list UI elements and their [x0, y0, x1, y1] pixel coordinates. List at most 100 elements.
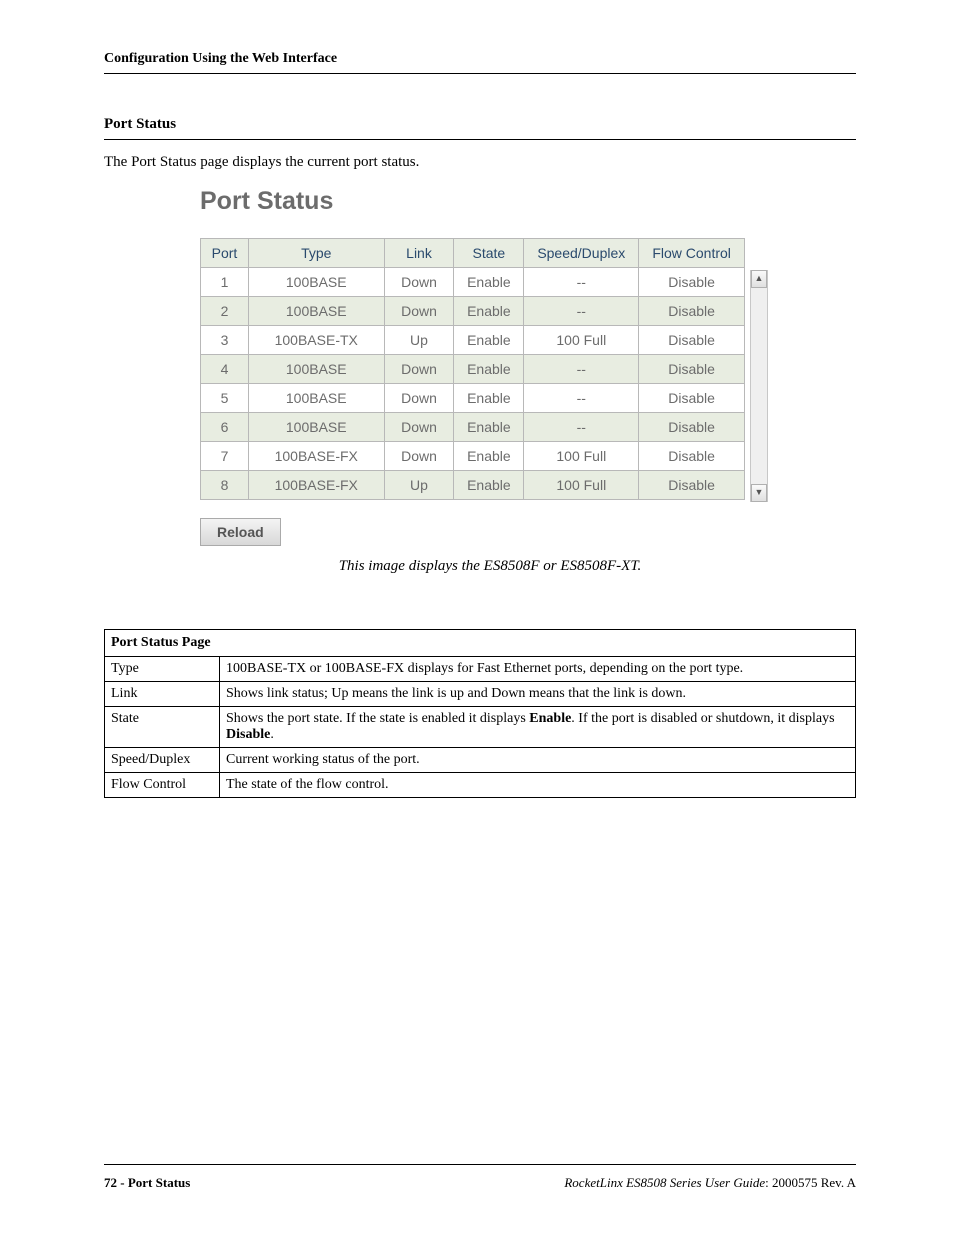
screenshot: Port Status Port Type Link State Speed/D…: [200, 187, 780, 575]
cell-port: 8: [201, 471, 249, 500]
desc-text: Shows link status; Up means the link is …: [220, 682, 856, 707]
desc-row: LinkShows link status; Up means the link…: [105, 682, 856, 707]
cell-link: Down: [384, 442, 454, 471]
cell-type: 100BASE: [248, 268, 384, 297]
cell-link: Up: [384, 326, 454, 355]
desc-label: Speed/Duplex: [105, 748, 220, 773]
cell-type: 100BASE: [248, 413, 384, 442]
table-row: 1100BASEDownEnable--Disable: [201, 268, 745, 297]
col-speed: Speed/Duplex: [524, 239, 639, 268]
desc-text: 100BASE-TX or 100BASE-FX displays for Fa…: [220, 657, 856, 682]
cell-flow: Disable: [639, 442, 745, 471]
page-header-title: Configuration Using the Web Interface: [104, 51, 337, 66]
cell-port: 3: [201, 326, 249, 355]
scroll-up-button[interactable]: ▲: [751, 270, 767, 288]
cell-speed: --: [524, 384, 639, 413]
col-flow: Flow Control: [639, 239, 745, 268]
desc-text: Current working status of the port.: [220, 748, 856, 773]
cell-port: 1: [201, 268, 249, 297]
table-row: 7100BASE-FXDownEnable100 FullDisable: [201, 442, 745, 471]
desc-row: StateShows the port state. If the state …: [105, 707, 856, 748]
cell-port: 6: [201, 413, 249, 442]
footer-left: 72 - Port Status: [104, 1175, 190, 1191]
section-title: Port Status: [104, 116, 176, 132]
screenshot-caption: This image displays the ES8508F or ES850…: [200, 558, 780, 575]
cell-flow: Disable: [639, 297, 745, 326]
screenshot-heading: Port Status: [200, 187, 780, 216]
table-row: 2100BASEDownEnable--Disable: [201, 297, 745, 326]
cell-port: 4: [201, 355, 249, 384]
cell-speed: --: [524, 355, 639, 384]
page-footer: 72 - Port Status RocketLinx ES8508 Serie…: [104, 1164, 856, 1191]
cell-link: Down: [384, 384, 454, 413]
cell-speed: 100 Full: [524, 326, 639, 355]
desc-row: Flow ControlThe state of the flow contro…: [105, 773, 856, 798]
table-row: 5100BASEDownEnable--Disable: [201, 384, 745, 413]
cell-type: 100BASE-FX: [248, 442, 384, 471]
port-status-table: Port Type Link State Speed/Duplex Flow C…: [200, 238, 745, 500]
cell-state: Enable: [454, 355, 524, 384]
cell-speed: --: [524, 268, 639, 297]
col-state: State: [454, 239, 524, 268]
footer-section: Port Status: [128, 1175, 190, 1190]
cell-type: 100BASE: [248, 355, 384, 384]
cell-flow: Disable: [639, 355, 745, 384]
cell-state: Enable: [454, 442, 524, 471]
cell-state: Enable: [454, 471, 524, 500]
col-link: Link: [384, 239, 454, 268]
cell-link: Down: [384, 413, 454, 442]
footer-docnum: 2000575 Rev. A: [772, 1175, 856, 1190]
cell-type: 100BASE: [248, 297, 384, 326]
desc-row: Type100BASE-TX or 100BASE-FX displays fo…: [105, 657, 856, 682]
cell-port: 2: [201, 297, 249, 326]
table-row: 6100BASEDownEnable--Disable: [201, 413, 745, 442]
cell-speed: 100 Full: [524, 471, 639, 500]
desc-label: Type: [105, 657, 220, 682]
cell-link: Down: [384, 355, 454, 384]
desc-label: State: [105, 707, 220, 748]
col-type: Type: [248, 239, 384, 268]
footer-right: RocketLinx ES8508 Series User Guide: 200…: [564, 1175, 856, 1191]
cell-link: Up: [384, 471, 454, 500]
desc-label: Link: [105, 682, 220, 707]
cell-type: 100BASE-TX: [248, 326, 384, 355]
cell-state: Enable: [454, 413, 524, 442]
table-header-row: Port Type Link State Speed/Duplex Flow C…: [201, 239, 745, 268]
cell-flow: Disable: [639, 268, 745, 297]
table-row: 8100BASE-FXUpEnable100 FullDisable: [201, 471, 745, 500]
desc-header-row: Port Status Page: [105, 630, 856, 657]
scroll-down-button[interactable]: ▼: [751, 484, 767, 502]
cell-port: 7: [201, 442, 249, 471]
scrollbar[interactable]: ▲ ▼: [750, 270, 768, 502]
cell-state: Enable: [454, 297, 524, 326]
cell-state: Enable: [454, 268, 524, 297]
cell-flow: Disable: [639, 384, 745, 413]
table-row: 4100BASEDownEnable--Disable: [201, 355, 745, 384]
section-title-wrap: Port Status: [104, 116, 856, 140]
desc-text: The state of the flow control.: [220, 773, 856, 798]
footer-page: 72: [104, 1175, 117, 1190]
cell-speed: --: [524, 413, 639, 442]
desc-label: Flow Control: [105, 773, 220, 798]
desc-text: Shows the port state. If the state is en…: [220, 707, 856, 748]
col-port: Port: [201, 239, 249, 268]
desc-row: Speed/DuplexCurrent working status of th…: [105, 748, 856, 773]
cell-speed: 100 Full: [524, 442, 639, 471]
description-table: Port Status Page Type100BASE-TX or 100BA…: [104, 629, 856, 798]
cell-speed: --: [524, 297, 639, 326]
cell-type: 100BASE: [248, 384, 384, 413]
port-table-wrap: Port Type Link State Speed/Duplex Flow C…: [200, 238, 780, 500]
cell-flow: Disable: [639, 413, 745, 442]
cell-flow: Disable: [639, 326, 745, 355]
section-intro: The Port Status page displays the curren…: [104, 154, 856, 171]
desc-table-title: Port Status Page: [105, 630, 856, 657]
reload-button[interactable]: Reload: [200, 518, 281, 546]
cell-link: Down: [384, 297, 454, 326]
cell-state: Enable: [454, 384, 524, 413]
cell-state: Enable: [454, 326, 524, 355]
page-header: Configuration Using the Web Interface: [104, 50, 856, 74]
cell-type: 100BASE-FX: [248, 471, 384, 500]
cell-port: 5: [201, 384, 249, 413]
table-row: 3100BASE-TXUpEnable100 FullDisable: [201, 326, 745, 355]
cell-flow: Disable: [639, 471, 745, 500]
